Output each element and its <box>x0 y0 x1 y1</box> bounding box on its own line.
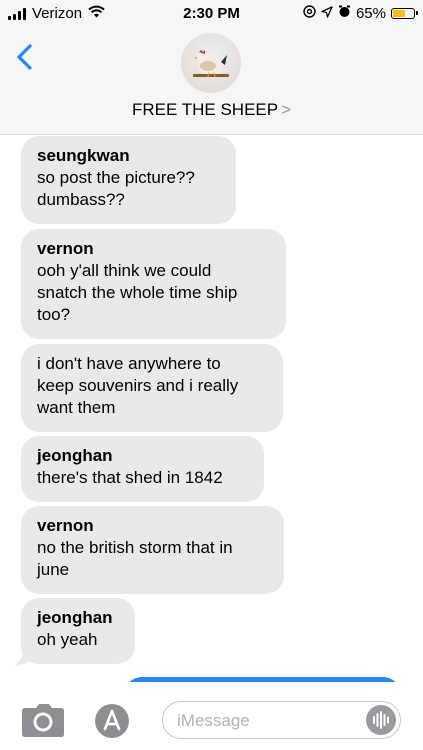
chevron-right-icon: > <box>281 100 292 119</box>
input-bar <box>0 682 423 750</box>
battery-icon <box>391 8 418 19</box>
imessage-field[interactable] <box>162 701 401 740</box>
message-sender: vernon <box>37 516 94 535</box>
audio-waveform-icon <box>373 711 389 729</box>
message-text: oh yeah <box>37 630 98 649</box>
chicken-avatar <box>193 50 229 78</box>
message-text: so post the picture?? dumbass?? <box>37 168 195 209</box>
back-button[interactable] <box>14 42 38 72</box>
conversation-title-button[interactable]: FREE THE SHEEP > <box>0 100 423 120</box>
message-sender: seungkwan <box>37 146 130 165</box>
status-right: 65% <box>303 5 418 22</box>
app-store-icon <box>95 704 129 738</box>
message-sender: jeonghan <box>37 608 113 627</box>
message-thread[interactable]: seungkwan so post the picture?? dumbass?… <box>0 134 423 682</box>
alarm-icon <box>338 5 351 22</box>
message-sender: vernon <box>37 239 94 258</box>
message-text: i don't have anywhere to keep souvenirs … <box>37 354 239 417</box>
camera-button[interactable] <box>21 703 65 739</box>
message-bubble[interactable]: jeonghan oh yeah <box>21 598 135 664</box>
message-bubble[interactable]: vernon ooh y'all think we could snatch t… <box>21 229 286 339</box>
group-avatar[interactable] <box>181 33 241 93</box>
message-bubble[interactable]: i don't have anywhere to keep souvenirs … <box>21 344 283 432</box>
message-bubble[interactable]: seungkwan so post the picture?? dumbass?… <box>21 136 236 224</box>
at-icon <box>303 5 316 22</box>
camera-icon <box>22 704 64 737</box>
message-text: there's that shed in 1842 <box>37 468 223 487</box>
chevron-left-icon <box>17 44 32 70</box>
status-bar: Verizon 2:30 PM 65% <box>0 0 423 28</box>
audio-button[interactable] <box>366 705 396 735</box>
conversation-header: FREE THE SHEEP > <box>0 28 423 135</box>
message-text: no the british storm that in june <box>37 538 233 579</box>
message-sender: jeonghan <box>37 446 113 465</box>
message-text: ooh y'all think we could snatch the whol… <box>37 261 238 324</box>
message-input[interactable] <box>175 702 359 740</box>
conversation-title: FREE THE SHEEP <box>131 100 279 119</box>
battery-fill <box>393 10 405 17</box>
battery-label: 65% <box>355 5 386 22</box>
message-bubble[interactable]: jeonghan there's that shed in 1842 <box>21 436 264 502</box>
bubble-tail <box>14 646 34 666</box>
message-bubble[interactable]: vernon no the british storm that in june <box>21 506 284 594</box>
location-icon <box>321 5 333 22</box>
app-store-button[interactable] <box>94 703 130 739</box>
